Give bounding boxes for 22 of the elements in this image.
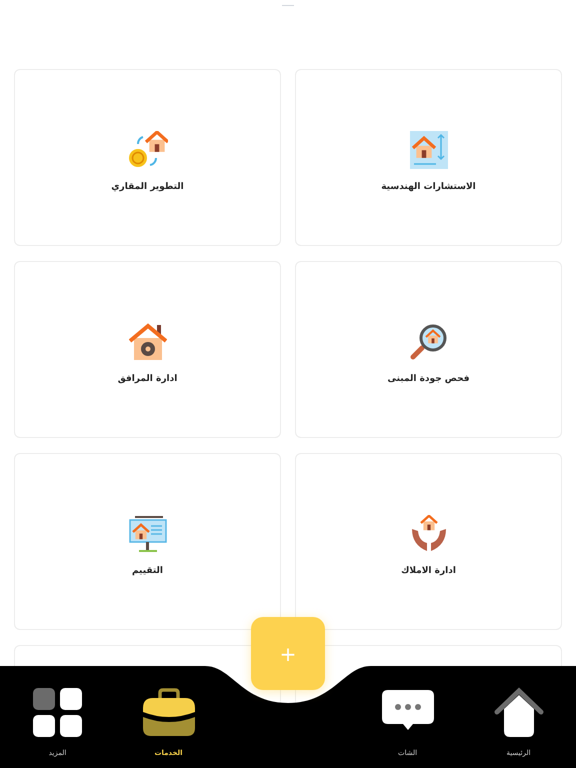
house-blueprint-icon (410, 130, 448, 169)
service-label: التطوير المقاري (111, 180, 184, 194)
service-card[interactable]: ادارة الاملاك (295, 453, 562, 630)
service-card[interactable]: التطوير المقاري (14, 69, 281, 246)
grid-icon (32, 688, 82, 738)
hands-house-icon (410, 514, 448, 553)
house-coin-icon (128, 130, 168, 169)
service-label: التقييم (132, 564, 164, 578)
drag-handle (282, 5, 294, 6)
service-card[interactable]: ادارة المرافق (14, 261, 281, 438)
service-label: ادارة الاملاك (401, 564, 456, 578)
home-icon (492, 687, 546, 739)
service-card[interactable]: التقييم (14, 453, 281, 630)
service-label: فحص جودة المبنى (388, 372, 470, 386)
service-card[interactable]: فحص جودة المبنى (295, 261, 562, 438)
magnifier-house-icon (410, 322, 448, 361)
briefcase-icon (140, 688, 196, 738)
house-gear-icon (128, 322, 166, 361)
service-label: الاستشارات الهندسية (381, 180, 476, 194)
service-label: ادارة المرافق (118, 372, 178, 386)
billboard-house-icon (128, 514, 166, 553)
service-card[interactable]: الاستشارات الهندسية (295, 69, 562, 246)
